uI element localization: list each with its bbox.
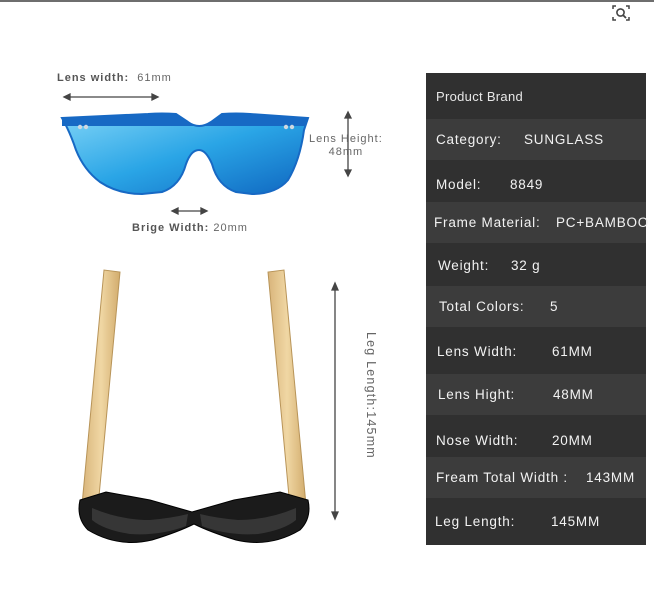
spec-value: 32 g bbox=[511, 258, 541, 273]
spec-row-category: Category: SUNGLASS bbox=[426, 119, 646, 160]
spec-key: Total Colors: bbox=[439, 299, 525, 314]
spec-value: PC+BAMBOO bbox=[556, 215, 650, 230]
spec-value: 143MM bbox=[586, 470, 636, 485]
spec-key: Nose Width: bbox=[436, 433, 519, 448]
visual-search-button[interactable] bbox=[609, 2, 633, 24]
spec-row-nose-width: Nose Width: 20MM bbox=[426, 420, 646, 461]
spec-table-header: Product Brand bbox=[426, 73, 646, 119]
spec-row-lens-width: Lens Width: 61MM bbox=[426, 331, 646, 372]
spec-value: 145MM bbox=[551, 514, 601, 529]
lens-width-label: Lens width: 61mm bbox=[57, 72, 172, 84]
spec-value: 8849 bbox=[510, 177, 544, 192]
spec-row-fream-total-width: Fream Total Width : 143MM bbox=[426, 457, 646, 498]
spec-row-model: Model: 8849 bbox=[426, 164, 646, 205]
spec-row-lens-hight: Lens Hight: 48MM bbox=[426, 374, 646, 415]
spec-header-text: Product Brand bbox=[436, 88, 524, 104]
sunglasses-top-view bbox=[78, 269, 310, 543]
lens-height-label: Lens Height: 48mm bbox=[309, 133, 383, 158]
spec-key: Leg Length: bbox=[435, 514, 516, 529]
sunglasses-front-view bbox=[60, 112, 310, 196]
top-border bbox=[0, 0, 654, 2]
spec-value: 20MM bbox=[552, 433, 593, 448]
spec-key: Weight: bbox=[438, 258, 490, 273]
spec-value: 61MM bbox=[552, 344, 593, 359]
spec-row-frame-material: Frame Material: PC+BAMBOO bbox=[426, 202, 650, 243]
spec-key: Fream Total Width : bbox=[436, 470, 568, 485]
leg-length-label: Leg Length:145mm bbox=[364, 332, 378, 459]
lens-search-icon bbox=[612, 5, 630, 21]
spec-row-total-colors: Total Colors: 5 bbox=[426, 286, 646, 327]
spec-key: Model: bbox=[436, 177, 482, 192]
bridge-width-label: Brige Width: 20mm bbox=[132, 222, 248, 234]
spec-key: Lens Hight: bbox=[438, 387, 516, 402]
spec-row-leg-length: Leg Length: 145MM bbox=[426, 501, 646, 542]
spec-value: 48MM bbox=[553, 387, 594, 402]
spec-row-weight: Weight: 32 g bbox=[426, 245, 646, 286]
spec-value: 5 bbox=[550, 299, 559, 314]
spec-value: SUNGLASS bbox=[524, 132, 604, 147]
spec-table: Product Brand Category: SUNGLASS Model: … bbox=[426, 73, 650, 545]
spec-key: Category: bbox=[436, 132, 502, 147]
spec-key: Frame Material: bbox=[434, 215, 541, 230]
spec-key: Lens Width: bbox=[437, 344, 518, 359]
